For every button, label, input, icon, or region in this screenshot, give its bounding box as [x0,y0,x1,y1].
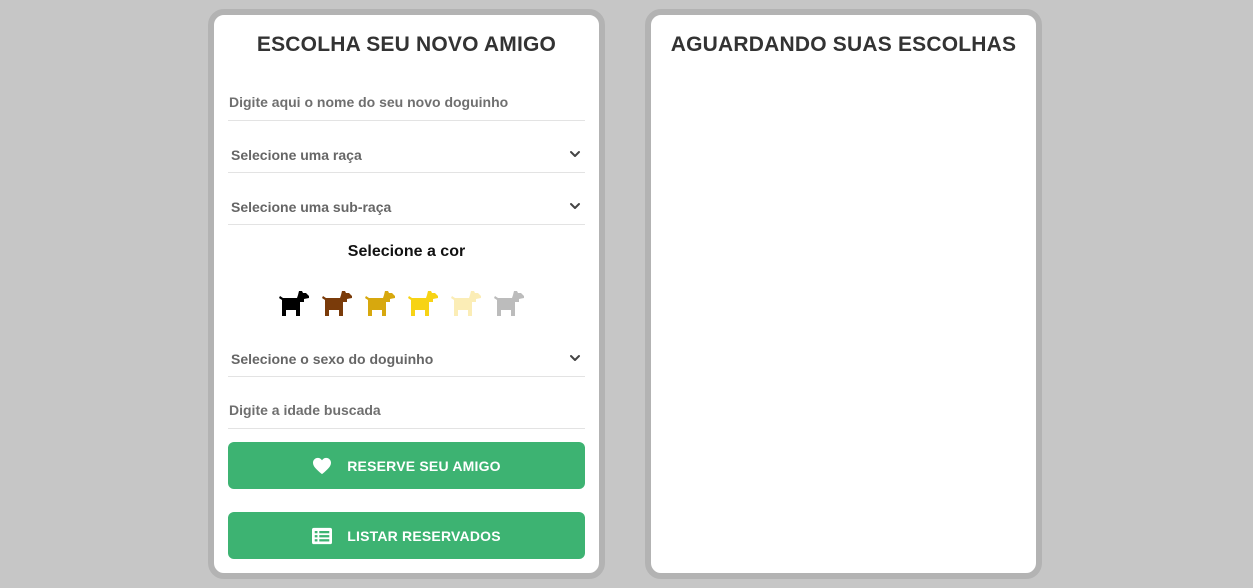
dog-form-panel: ESCOLHA SEU NOVO AMIGO Selecione uma raç… [208,9,605,579]
breed-select-label: Selecione uma raça [231,147,362,163]
form-title: ESCOLHA SEU NOVO AMIGO [256,33,557,56]
dog-name-field[interactable] [228,87,585,121]
sex-select-label: Selecione o sexo do doguinho [231,351,434,367]
subbreed-select[interactable]: Selecione uma sub-raça [228,191,585,225]
dog-name-input[interactable] [228,87,585,120]
heart-icon [313,457,332,474]
reserve-button[interactable]: RESERVE SEU AMIGO [228,442,585,489]
age-field[interactable] [228,395,585,429]
result-title: AGUARDANDO SUAS ESCOLHAS [670,33,1017,56]
dog-color-brown-icon[interactable] [321,289,353,319]
age-input[interactable] [228,395,585,428]
dog-color-yellow-icon[interactable] [407,289,439,319]
dog-color-golden-icon[interactable] [364,289,396,319]
breed-select[interactable]: Selecione uma raça [228,139,585,173]
chevron-down-icon [570,355,580,361]
result-panel: AGUARDANDO SUAS ESCOLHAS [645,9,1042,579]
dog-color-cream-icon[interactable] [450,289,482,319]
list-icon [312,527,333,544]
color-title: Selecione a cor [347,243,466,260]
list-reserved-button-label: LISTAR RESERVADOS [347,527,501,544]
reserve-button-label: RESERVE SEU AMIGO [347,457,501,474]
list-reserved-button[interactable]: LISTAR RESERVADOS [228,512,585,559]
chevron-down-icon [570,151,580,157]
dog-color-gray-icon[interactable] [493,289,525,319]
subbreed-select-label: Selecione uma sub-raça [231,199,392,215]
color-picker [278,289,528,319]
dog-color-black-icon[interactable] [278,289,310,319]
chevron-down-icon [570,203,580,209]
sex-select[interactable]: Selecione o sexo do doguinho [228,343,585,377]
